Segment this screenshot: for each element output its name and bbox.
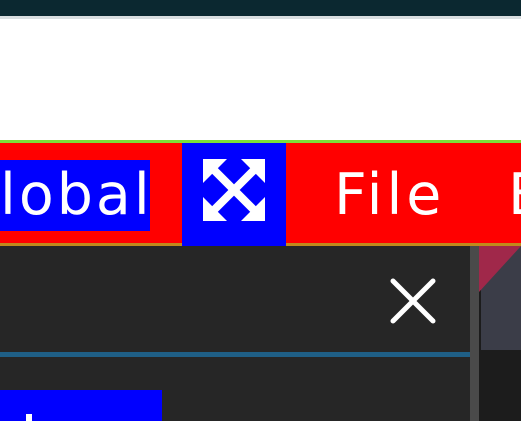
search-input[interactable]: [0, 246, 472, 352]
selected-list-item[interactable]: [0, 390, 162, 421]
list-item-text-fragment: [26, 414, 32, 421]
global-menu-label: lobal: [0, 162, 150, 228]
side-pane-corner-marker: [479, 246, 521, 292]
maximize-arrows-icon: [203, 158, 265, 221]
title-bar: [0, 0, 521, 16]
file-menu[interactable]: File: [334, 160, 445, 231]
side-pane: [479, 246, 521, 421]
next-menu[interactable]: E: [508, 160, 521, 231]
title-bar-edge: [0, 16, 521, 19]
results-list: [0, 357, 472, 421]
close-search-button[interactable]: [388, 276, 438, 326]
close-icon: [390, 278, 436, 324]
pane-divider[interactable]: [470, 246, 479, 421]
global-menu-item[interactable]: lobal: [0, 160, 150, 231]
search-panel: [0, 246, 472, 421]
maximize-button[interactable]: [182, 143, 286, 246]
app-window: lobal File E: [0, 0, 521, 421]
menu-bar: lobal File E: [0, 140, 521, 246]
